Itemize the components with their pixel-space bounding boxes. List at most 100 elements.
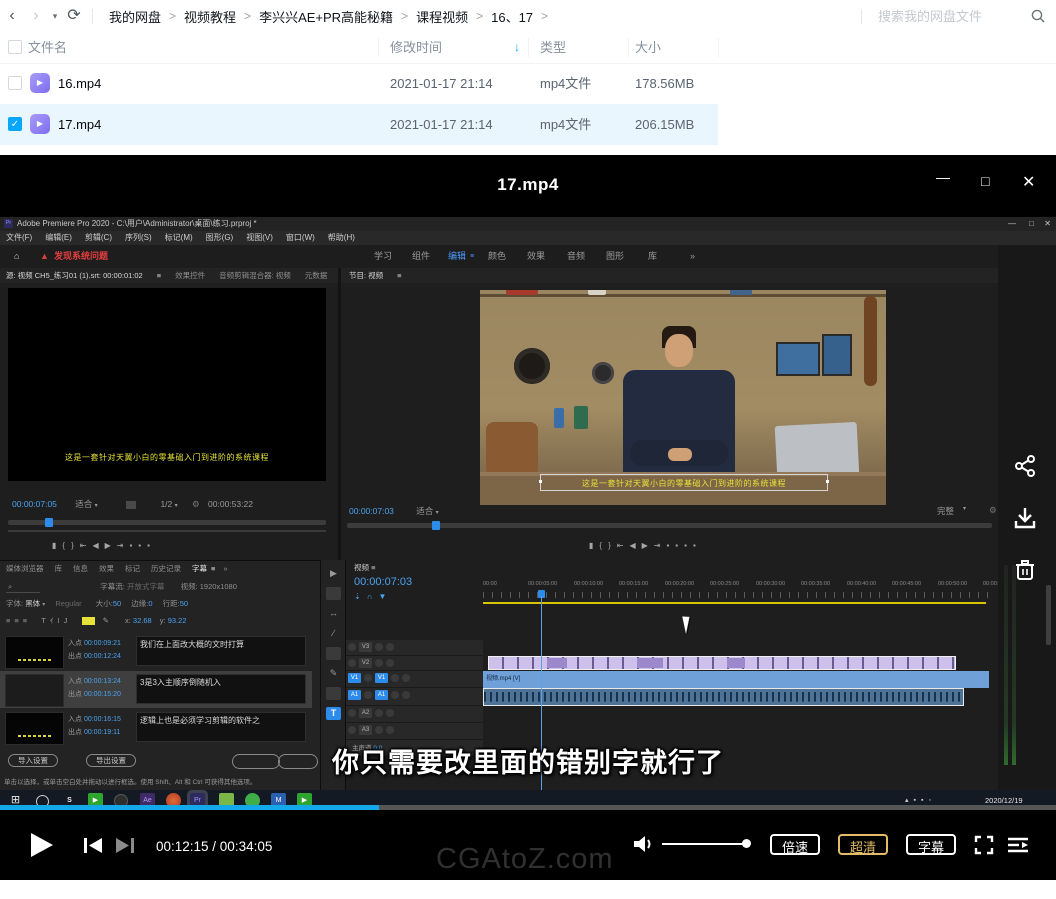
sequence-name: 视频 [354, 563, 369, 572]
source-transport-controls: ▮{}⇤◀▶⇥▪▪▪ [52, 541, 156, 550]
refresh-icon[interactable]: ⟳ [62, 1, 86, 31]
history-dropdown-icon[interactable]: ▾ [48, 1, 62, 31]
track-label-v1: V1 [375, 673, 388, 683]
import-settings-button: 导入设置 [8, 754, 58, 767]
playback-speed-button[interactable]: 倍速 [770, 834, 820, 855]
delete-trash-icon[interactable] [1012, 557, 1038, 583]
maximize-button[interactable]: □ [981, 173, 989, 189]
track-select-tool-icon [326, 587, 341, 600]
burned-in-subtitle: 你只需要改里面的错别字就行了 [332, 741, 724, 780]
type-tool-icon: T [326, 707, 341, 720]
timeline-timecode: 00:00:07:03 [354, 576, 412, 588]
ruler-label: 00:00:35:00 [801, 581, 830, 587]
video-frame-premiere-screencast[interactable]: PrAdobe Premiere Pro 2020 - C:\用户\Admini… [0, 217, 1056, 810]
track-header-v1: V1 V1 [346, 671, 483, 688]
top-navigation-bar: ‹ › ▾ ⟳ 我的网盘 > 视频教程 > 李兴兴AE+PR高能秘籍 > 课程视… [0, 0, 1056, 32]
search-input[interactable] [876, 8, 1030, 25]
dropdown-caret-icon: ▾ [42, 602, 45, 608]
playback-time: 00:12:15 / 00:34:05 [156, 839, 272, 854]
breadcrumb-video-tutorials[interactable]: 视频教程 [184, 7, 236, 26]
hand-tool-icon [326, 687, 341, 700]
wall-item-camera-lens [592, 362, 614, 384]
track-output-toggle [402, 674, 410, 682]
a1-audio-clip-waveform [483, 688, 964, 706]
workspace-tab-assembly: 组件 [412, 245, 430, 268]
fullscreen-icon[interactable] [974, 835, 994, 855]
forward-icon[interactable]: › [24, 1, 48, 31]
pen-tool-icon: ✎ [326, 667, 341, 680]
divider [861, 9, 862, 24]
panel-menu-icon: ≡ [397, 271, 401, 280]
source-zoom-bar [8, 530, 326, 532]
table-row-selected[interactable]: ✓ ▶ 17.mp4 2021-01-17 21:14 mp4文件 206.15… [0, 104, 718, 145]
workspace-tab-graphics: 图形 [606, 245, 624, 268]
breadcrumb-separator: > [169, 9, 176, 23]
previous-video-button[interactable] [82, 837, 104, 854]
tab-audio-mixer: 音频剪辑混合器: 视频 [219, 271, 291, 280]
close-button[interactable]: ✕ [1022, 172, 1035, 192]
tab-markers: 标记 [125, 564, 140, 573]
ruler-label: 00:00:30:00 [756, 581, 785, 587]
wall-item-painting [776, 342, 820, 376]
quality-button[interactable]: 超清 [838, 834, 888, 855]
sort-descending-icon[interactable]: ↓ [514, 32, 520, 63]
playlist-icon[interactable] [1006, 836, 1030, 854]
ruler-label: 00:00:05:00 [528, 581, 557, 587]
volume-icon[interactable] [632, 835, 654, 853]
file-name-link[interactable]: 17.mp4 [58, 104, 101, 145]
audio-meter [1012, 565, 1016, 765]
track-header-v2: V2 [346, 656, 483, 671]
menu-help: 帮助(H) [328, 231, 355, 245]
tab-libraries: 库 [55, 564, 63, 573]
breadcrumb-current-folder[interactable]: 16、17 [491, 7, 533, 26]
minimize-button[interactable]: — [936, 169, 950, 185]
column-header-name[interactable]: 文件名 [28, 32, 67, 63]
next-video-button[interactable] [114, 837, 136, 854]
program-subtitle-text: 这是一套针对天翼小白的零基础入门到进阶的系统课程 [541, 478, 827, 489]
breadcrumb-course-videos[interactable]: 课程视频 [416, 7, 468, 26]
ruler-label: 00:00:15:00 [619, 581, 648, 587]
tab-info: 信息 [73, 564, 88, 573]
lock-toggle [364, 674, 372, 682]
cloud-drive-page: ‹ › ▾ ⟳ 我的网盘 > 视频教程 > 李兴兴AE+PR高能秘籍 > 课程视… [0, 0, 1056, 899]
caption-style-row: ≡≡≡ TｲIJ ✎ x: 32.68 y: 93.22 [6, 615, 187, 626]
track-header-a1: A1A1 [346, 688, 483, 706]
table-row[interactable]: ▶ 16.mp4 2021-01-17 21:14 mp4文件 178.56MB [0, 63, 718, 104]
row-checkbox-checked[interactable]: ✓ [8, 117, 22, 131]
v2-subtitle-clips [488, 656, 956, 670]
breadcrumb-course-pack[interactable]: 李兴兴AE+PR高能秘籍 [259, 7, 393, 26]
ruler-label: 00:00:45:00 [892, 581, 921, 587]
column-header-size[interactable]: 大小 [635, 32, 661, 63]
tab-captions-active: 字幕 [192, 564, 207, 573]
caption-search-row: ⌕ 字幕流: 开放式字幕 视频: 1920x1080 [6, 581, 237, 592]
file-modified: 2021-01-17 21:14 [390, 104, 493, 145]
seek-bar[interactable] [0, 805, 1056, 810]
download-icon[interactable] [1012, 505, 1038, 531]
menu-window: 窗口(W) [286, 231, 315, 245]
breadcrumb-my-drive[interactable]: 我的网盘 [109, 7, 161, 26]
dropdown-caret-icon: ▾ [95, 503, 98, 509]
search-icon[interactable] [1030, 8, 1046, 24]
select-all-checkbox[interactable] [8, 40, 22, 54]
source-patch-v1: V1 [348, 673, 361, 683]
column-header-modified[interactable]: 修改时间 [390, 32, 442, 63]
out-label: 出点 [68, 691, 82, 698]
subtitle-clip-segment [547, 658, 567, 668]
share-icon[interactable] [1012, 453, 1038, 479]
position-y-value: 93.22 [168, 616, 187, 625]
back-icon[interactable]: ‹ [0, 1, 24, 31]
column-header-type[interactable]: 类型 [540, 32, 566, 63]
taskbar-date: 2020/12/19 [985, 796, 1023, 805]
subtitle-toggle-button[interactable]: 字幕 [906, 834, 956, 855]
slip-tool-icon [326, 647, 341, 660]
play-button[interactable] [28, 831, 54, 859]
file-name-link[interactable]: 16.mp4 [58, 63, 101, 104]
volume-slider-knob[interactable] [742, 839, 751, 848]
in-time: 00:00:16:15 [84, 716, 121, 723]
volume-slider-track[interactable] [662, 843, 750, 845]
row-checkbox[interactable] [8, 76, 22, 90]
mute-toggle [375, 709, 383, 717]
wall-item-blue-bottle [554, 408, 564, 428]
breadcrumb-separator: > [401, 9, 408, 23]
system-warning-text: 发现系统问题 [54, 245, 108, 268]
